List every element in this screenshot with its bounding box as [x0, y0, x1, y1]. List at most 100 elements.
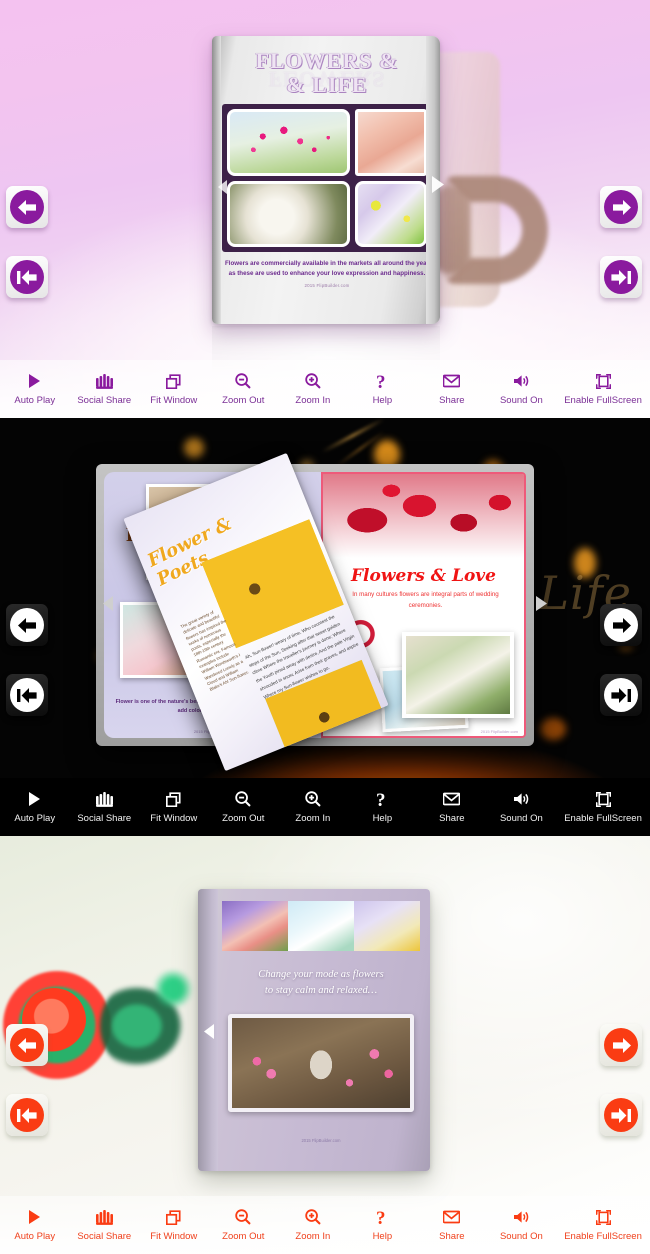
fit-window-icon: [166, 373, 181, 390]
fullscreen-icon: [595, 1209, 611, 1226]
cover-title-line-2: & LIFE: [286, 72, 368, 97]
page-turn-left-purple[interactable]: [218, 180, 228, 199]
social-share-icon: [95, 1209, 113, 1226]
toolbar-share[interactable]: Share: [417, 1196, 487, 1254]
toolbar-social-share[interactable]: Social Share: [70, 778, 140, 836]
cover-brand: 2015 FlipBuilder.com: [304, 283, 350, 289]
last-page-button[interactable]: [600, 674, 642, 716]
toolbar-zoom-out[interactable]: Zoom Out: [209, 360, 279, 418]
toolbar-share-label: Share: [439, 394, 465, 406]
toolbar-fit-window-label: Fit Window: [150, 812, 198, 824]
toolbar-help[interactable]: Help: [348, 778, 418, 836]
photo-white-roses: [227, 180, 351, 247]
toolbar-enable-fullscreen-label: Enable FullScreen: [564, 812, 642, 824]
toolbar-auto-play-label: Auto Play: [14, 394, 56, 406]
first-page-button[interactable]: [6, 674, 48, 716]
social-share-icon: [95, 791, 113, 808]
toolbar-enable-fullscreen[interactable]: Enable FullScreen: [556, 778, 650, 836]
top-photo-strip: [222, 901, 420, 951]
zoom-out-icon: [235, 373, 251, 390]
previous-page-button[interactable]: [6, 1024, 48, 1066]
toolbar-share[interactable]: Share: [417, 778, 487, 836]
toolbar-fit-window[interactable]: Fit Window: [139, 1196, 209, 1254]
bokeh-dot: [574, 548, 596, 578]
toolbar-share-label: Share: [439, 1230, 465, 1242]
toolbar-zoom-in[interactable]: Zoom In: [278, 360, 348, 418]
photo-pink-cosmos: [227, 109, 351, 176]
zoom-out-icon: [235, 791, 251, 808]
toolbar-zoom-out[interactable]: Zoom Out: [209, 778, 279, 836]
toolbar-purple: Auto Play Social Share Fit Window Zoom O…: [0, 360, 650, 418]
toolbar-social-share[interactable]: Social Share: [70, 1196, 140, 1254]
toolbar-auto-play-label: Auto Play: [14, 1230, 56, 1242]
toolbar-auto-play[interactable]: Auto Play: [0, 778, 70, 836]
arrow-right-icon: [604, 1028, 638, 1062]
last-page-button[interactable]: [600, 1094, 642, 1136]
toolbar-red: Auto Play Social Share Fit Window Zoom O…: [0, 1196, 650, 1254]
envelope-icon: [443, 791, 461, 808]
toolbar-zoom-in-label: Zoom In: [295, 1230, 331, 1242]
toolbar-sound-on[interactable]: Sound On: [487, 1196, 557, 1254]
flipbook-page-red[interactable]: Change your mode as flowers to stay calm…: [198, 889, 430, 1171]
fullscreen-icon: [595, 373, 611, 390]
toolbar-social-share[interactable]: Social Share: [70, 360, 140, 418]
toolbar-sound-on[interactable]: Sound On: [487, 778, 557, 836]
mug-handle-image: [444, 176, 548, 284]
arrow-right-icon: [604, 608, 638, 642]
speaker-icon: [513, 373, 529, 390]
toolbar-fit-window[interactable]: Fit Window: [139, 360, 209, 418]
toolbar-zoom-in[interactable]: Zoom In: [278, 778, 348, 836]
play-icon: [28, 791, 41, 808]
photo-purple-roses: [222, 901, 288, 951]
arrow-left-bar-icon: [10, 1098, 44, 1132]
bokeh-dot: [540, 718, 566, 740]
page-turn-right-purple[interactable]: [432, 176, 444, 198]
previous-page-button[interactable]: [6, 604, 48, 646]
toolbar-share[interactable]: Share: [417, 360, 487, 418]
bokeh-dot: [184, 438, 204, 458]
first-page-button[interactable]: [6, 1094, 48, 1136]
next-page-button[interactable]: [600, 186, 642, 228]
toolbar-sound-on[interactable]: Sound On: [487, 360, 557, 418]
play-icon: [28, 373, 41, 390]
toolbar-zoom-out-label: Zoom Out: [222, 812, 265, 824]
photo-bouquet: [402, 632, 514, 718]
flipbook-cover-purple[interactable]: FLOWERS FLOWERS & & LIFE Flowers are com…: [212, 36, 440, 324]
toolbar-enable-fullscreen[interactable]: Enable FullScreen: [556, 360, 650, 418]
photo-peach-rose: [355, 109, 427, 176]
toolbar-auto-play[interactable]: Auto Play: [0, 360, 70, 418]
toolbar-help-label: Help: [372, 812, 393, 824]
toolbar-zoom-out[interactable]: Zoom Out: [209, 1196, 279, 1254]
page-turn-right-black[interactable]: [536, 596, 547, 616]
next-page-button[interactable]: [600, 604, 642, 646]
toolbar-fit-window[interactable]: Fit Window: [139, 778, 209, 836]
toolbar-enable-fullscreen[interactable]: Enable FullScreen: [556, 1196, 650, 1254]
page-quote-line-2: to stay calm and relaxed…: [264, 985, 378, 997]
fit-window-icon: [166, 791, 181, 808]
last-page-button[interactable]: [600, 256, 642, 298]
fullscreen-icon: [595, 791, 611, 808]
toolbar-sound-on-label: Sound On: [499, 394, 543, 406]
page-quote: Change your mode as flowers to stay calm…: [222, 967, 420, 1000]
photo-bird-on-blossom: [228, 1013, 414, 1112]
speaker-icon: [513, 791, 529, 808]
toolbar-auto-play[interactable]: Auto Play: [0, 1196, 70, 1254]
cover-title-line-1: FLOWERS &: [255, 48, 399, 73]
toolbar-social-share-label: Social Share: [77, 394, 132, 406]
envelope-icon: [443, 373, 461, 390]
toolbar-zoom-in[interactable]: Zoom In: [278, 1196, 348, 1254]
page-turn-left-red[interactable]: [204, 1024, 215, 1044]
arrow-right-icon: [604, 190, 638, 224]
toolbar-help[interactable]: Help: [348, 360, 418, 418]
first-page-button[interactable]: [6, 256, 48, 298]
next-page-button[interactable]: [600, 1024, 642, 1066]
theme-panel-purple: Flowers are commercially available in th…: [0, 0, 650, 418]
cover-title-block: FLOWERS FLOWERS & & LIFE: [222, 42, 432, 104]
previous-page-button[interactable]: [6, 186, 48, 228]
envelope-icon: [443, 1209, 461, 1226]
toolbar-help[interactable]: Help: [348, 1196, 418, 1254]
page-quote-line-1: Change your mode as flowers: [258, 969, 384, 980]
arrow-left-icon: [10, 190, 44, 224]
toolbar-enable-fullscreen-label: Enable FullScreen: [564, 1230, 642, 1242]
page-turn-left-black[interactable]: [103, 596, 114, 616]
